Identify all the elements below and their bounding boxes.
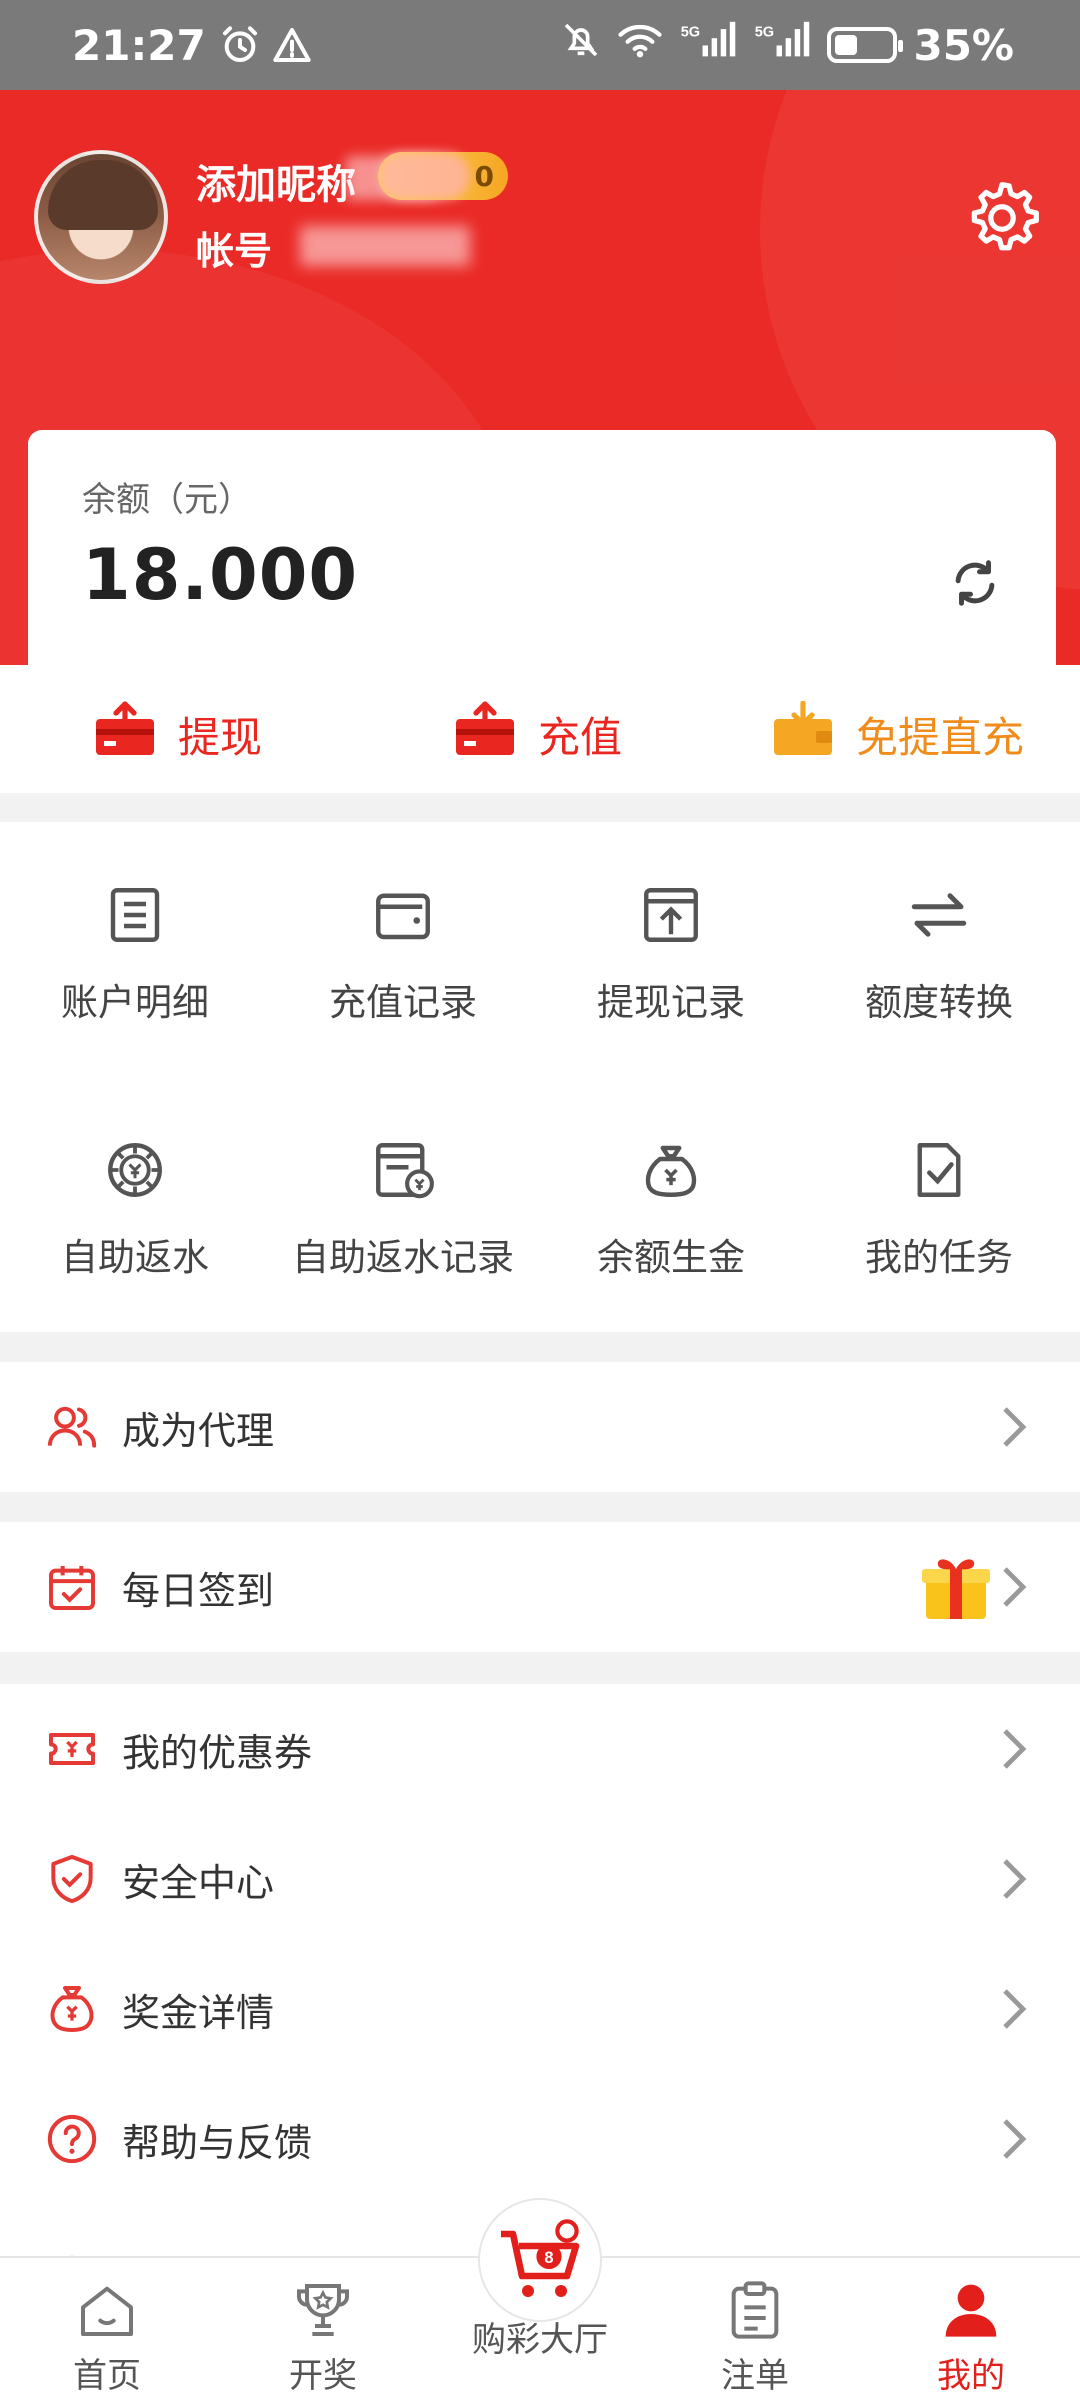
grid-item-self-rebate[interactable]: 自助返水 xyxy=(0,1137,270,1281)
nav-lottery-hall[interactable]: 8 购彩大厅 xyxy=(455,2216,625,2361)
balance-value: 18.000 xyxy=(82,534,359,616)
row-label: 奖金详情 xyxy=(122,1990,275,2035)
cart-icon: 8 xyxy=(501,2219,580,2297)
help-circle-icon xyxy=(47,2114,97,2164)
row-label: 每日签到 xyxy=(122,1568,275,1613)
clipboard-icon xyxy=(731,2281,779,2339)
grid-item-label: 充值记录 xyxy=(329,981,477,1024)
record-yen-icon xyxy=(376,1143,434,1199)
row-my-coupons[interactable]: 我的优惠券 xyxy=(0,1684,1080,1814)
grid-item-label: 余额生金 xyxy=(597,1236,745,1279)
row-help-feedback[interactable]: 帮助与反馈 xyxy=(0,2074,1080,2204)
document-list-icon xyxy=(110,888,160,942)
row-daily-checkin[interactable]: 每日签到 xyxy=(0,1522,1080,1652)
row-label: 我的优惠券 xyxy=(122,1730,313,1775)
grid-item-account-details[interactable]: 账户明细 xyxy=(0,882,270,1026)
withdraw-button[interactable]: 提现 xyxy=(94,701,262,767)
warning-icon xyxy=(272,25,312,65)
withdraw-card-icon xyxy=(94,701,156,767)
nav-label: 我的 xyxy=(937,2356,1005,2396)
user-icon xyxy=(945,2284,997,2337)
grid-item-my-tasks[interactable]: 我的任务 xyxy=(804,1137,1074,1281)
grid-item-label: 账户明细 xyxy=(61,981,209,1024)
balance-label: 余额（元） xyxy=(82,480,252,520)
avatar[interactable] xyxy=(34,150,168,284)
calendar-check-icon xyxy=(49,1566,95,1610)
withdraw-label: 提现 xyxy=(178,712,263,762)
recharge-card-icon xyxy=(454,701,516,767)
recharge-label: 充值 xyxy=(538,712,623,762)
signal-5g-icon: 5G xyxy=(679,20,737,70)
grid-item-label: 自助返水记录 xyxy=(292,1236,514,1279)
battery-icon xyxy=(827,27,904,63)
upload-box-icon xyxy=(644,888,698,942)
chevron-right-icon xyxy=(1003,1989,1027,2029)
task-check-icon xyxy=(917,1143,961,1197)
grid-item-balance-growth[interactable]: 余额生金 xyxy=(536,1137,806,1281)
nav-label: 购彩大厅 xyxy=(472,2320,608,2360)
nav-label: 注单 xyxy=(721,2356,789,2396)
gear-icon[interactable] xyxy=(960,176,1044,260)
wallet-icon xyxy=(376,893,430,940)
row-label: 帮助与反馈 xyxy=(122,2120,313,2165)
chevron-right-icon xyxy=(1003,2119,1027,2159)
vip-badge-text: 0 xyxy=(474,159,494,193)
account-label: 帐号 xyxy=(196,229,273,273)
row-become-agent[interactable]: 成为代理 xyxy=(0,1362,1080,1492)
grid-item-label: 我的任务 xyxy=(865,1236,1013,1279)
grid-item-quota-transfer[interactable]: 额度转换 xyxy=(804,882,1074,1026)
chevron-right-icon xyxy=(1003,1407,1027,1447)
nav-draw-results[interactable]: 开奖 xyxy=(248,2278,398,2397)
refresh-icon[interactable] xyxy=(948,556,1002,610)
battery-percent: 35% xyxy=(913,20,1014,70)
direct-recharge-wallet-icon xyxy=(772,700,834,767)
vip-badge: 0 xyxy=(378,152,508,200)
chevron-right-icon xyxy=(1003,1567,1027,1607)
home-icon xyxy=(81,2286,133,2336)
alarm-icon xyxy=(220,25,260,65)
row-prize-details[interactable]: 奖金详情 xyxy=(0,1944,1080,2074)
grid-item-label: 提现记录 xyxy=(597,981,745,1024)
trophy-icon xyxy=(297,2284,349,2336)
nav-label: 首页 xyxy=(73,2356,141,2396)
nav-home[interactable]: 首页 xyxy=(32,2278,182,2397)
balance-card: 余额（元） 18.000 xyxy=(28,430,1056,670)
row-label: 安全中心 xyxy=(122,1860,275,1905)
svg-text:5G: 5G xyxy=(681,24,700,40)
status-bar: 21:27 5G 5G 35% xyxy=(0,0,1080,90)
direct-recharge-label: 免提直充 xyxy=(856,712,1025,762)
row-security-center[interactable]: 安全中心 xyxy=(0,1814,1080,1944)
nickname[interactable]: 添加昵称 xyxy=(196,152,356,210)
nav-bets[interactable]: 注单 xyxy=(680,2278,830,2397)
money-bag-icon xyxy=(645,1145,697,1197)
chevron-right-icon xyxy=(1003,1859,1027,1899)
grid-item-recharge-records[interactable]: 充值记录 xyxy=(268,882,538,1026)
grid-item-label: 自助返水 xyxy=(61,1236,209,1279)
gift-icon xyxy=(922,1559,990,1619)
nav-label: 开奖 xyxy=(289,2356,357,2396)
coupon-icon xyxy=(49,1733,95,1765)
grid-item-label: 额度转换 xyxy=(865,981,1013,1024)
nav-mine[interactable]: 我的 xyxy=(896,2278,1046,2397)
swap-arrows-icon xyxy=(911,893,967,937)
recharge-button[interactable]: 充值 xyxy=(454,701,622,767)
wifi-icon xyxy=(617,20,663,70)
mute-icon xyxy=(561,20,601,70)
function-grid: 账户明细 充值记录 提现记录 额度转换 自助返水 自助返水记录 余额生金 我的任… xyxy=(0,822,1080,1332)
row-label: 成为代理 xyxy=(122,1408,275,1453)
grid-item-self-rebate-records[interactable]: 自助返水记录 xyxy=(268,1137,538,1281)
direct-recharge-button[interactable]: 免提直充 xyxy=(772,700,1025,767)
svg-text:8: 8 xyxy=(544,2249,553,2267)
users-icon xyxy=(47,1406,97,1448)
shield-icon xyxy=(51,1854,93,1904)
prize-bag-icon xyxy=(50,1986,94,2032)
account-blur xyxy=(300,226,470,266)
svg-text:5G: 5G xyxy=(755,24,774,40)
chevron-right-icon xyxy=(1003,1729,1027,1769)
quick-actions: 提现 充值 免提直充 xyxy=(0,665,1080,793)
chip-yen-icon xyxy=(108,1143,162,1197)
status-time: 21:27 xyxy=(72,20,206,70)
signal-5g-icon: 5G xyxy=(753,20,811,70)
grid-item-withdraw-records[interactable]: 提现记录 xyxy=(536,882,806,1026)
